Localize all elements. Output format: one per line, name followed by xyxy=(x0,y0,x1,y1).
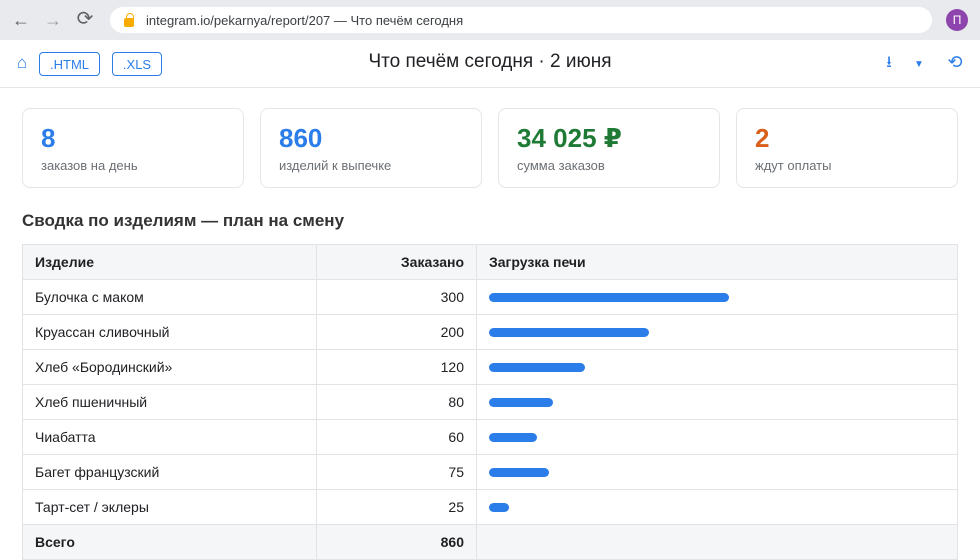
oven-load-bar xyxy=(489,292,729,302)
product-name: Тарт-сет / эклеры xyxy=(22,489,317,525)
product-name: Хлеб пшеничный xyxy=(22,384,317,420)
profile-avatar[interactable]: П xyxy=(946,9,968,31)
chevron-down-icon[interactable]: ▼ xyxy=(912,52,926,76)
column-header-ordered[interactable]: Заказано xyxy=(316,244,477,280)
kpi-card: 34 025 ₽ сумма заказов xyxy=(498,108,720,188)
kpi-value: 860 xyxy=(279,123,323,153)
oven-load-cell xyxy=(476,454,958,490)
table-row[interactable]: Хлеб пшеничный 80 xyxy=(22,384,958,420)
oven-load-bar xyxy=(489,502,509,512)
address-bar[interactable]: integram.io/pekarnya/report/207 — Что пе… xyxy=(110,7,932,33)
kpi-label: заказов на день xyxy=(41,158,138,173)
report-header: ⌂ .HTML .XLS Что печём сегодня · 2 июня … xyxy=(0,40,980,88)
ordered-qty: 80 xyxy=(316,384,477,420)
kpi-label: сумма заказов xyxy=(517,158,605,173)
oven-load-cell xyxy=(476,314,958,350)
oven-load-bar xyxy=(489,432,537,442)
kpi-label: изделий к выпечке xyxy=(279,158,392,173)
oven-load-bar xyxy=(489,397,553,407)
column-header-oven-load[interactable]: Загрузка печи xyxy=(476,244,958,280)
oven-load-cell xyxy=(476,489,958,525)
product-name: Круассан сливочный xyxy=(22,314,317,350)
oven-load-bar xyxy=(489,327,649,337)
product-name: Чиабатта xyxy=(22,419,317,455)
section-title: Сводка по изделиям — план на смену xyxy=(22,211,345,230)
table-row[interactable]: Багет французский 75 xyxy=(22,454,958,490)
oven-load-bar xyxy=(489,362,585,372)
oven-load-cell xyxy=(476,419,958,455)
oven-load-cell xyxy=(476,279,958,315)
url-text: integram.io/pekarnya/report/207 xyxy=(146,12,331,28)
ordered-qty: 200 xyxy=(316,314,477,350)
total-value: 860 xyxy=(316,524,477,560)
reload-icon[interactable]: ⟳ xyxy=(72,6,98,30)
table-total-row: Всего 860 xyxy=(22,524,958,560)
product-name: Хлеб «Бородинский» xyxy=(22,349,317,385)
summary-table: Изделие Заказано Загрузка печи Булочка с… xyxy=(22,244,958,560)
oven-load-bar xyxy=(489,467,549,477)
url-separator: — xyxy=(330,12,351,28)
oven-load-cell xyxy=(476,349,958,385)
total-label: Всего xyxy=(22,524,317,560)
product-name: Булочка с маком xyxy=(22,279,317,315)
table-row[interactable]: Булочка с маком 300 xyxy=(22,279,958,315)
kpi-value: 34 025 ₽ xyxy=(517,123,622,153)
ordered-qty: 300 xyxy=(316,279,477,315)
download-icon[interactable]: ⭳ xyxy=(880,52,898,76)
ordered-qty: 25 xyxy=(316,489,477,525)
table-row[interactable]: Чиабатта 60 xyxy=(22,419,958,455)
page-title: Что печём сегодня · 2 июня xyxy=(368,51,612,72)
ordered-qty: 120 xyxy=(316,349,477,385)
kpi-card: 2 ждут оплаты xyxy=(736,108,958,188)
back-arrow-icon[interactable]: ← xyxy=(8,8,34,32)
table-row[interactable]: Тарт-сет / эклеры 25 xyxy=(22,489,958,525)
column-header-product[interactable]: Изделие xyxy=(22,244,317,280)
kpi-value: 8 xyxy=(41,123,56,153)
ordered-qty: 75 xyxy=(316,454,477,490)
ordered-qty: 60 xyxy=(316,419,477,455)
kpi-value: 2 xyxy=(755,123,770,153)
browser-toolbar: ← → ⟳ integram.io/pekarnya/report/207 — … xyxy=(0,0,980,40)
oven-load-cell xyxy=(476,384,958,420)
table-row[interactable]: Хлеб «Бородинский» 120 xyxy=(22,349,958,385)
lock-icon xyxy=(124,12,134,27)
kpi-label: ждут оплаты xyxy=(755,158,832,173)
tab-title: Что печём сегодня xyxy=(350,12,464,28)
kpi-card: 8 заказов на день xyxy=(22,108,244,188)
product-name: Багет французский xyxy=(22,454,317,490)
table-header-row: Изделие Заказано Загрузка печи xyxy=(22,244,958,280)
forward-arrow-icon[interactable]: → xyxy=(40,8,66,32)
refresh-icon[interactable]: ⟲ xyxy=(944,51,966,73)
table-row[interactable]: Круассан сливочный 200 xyxy=(22,314,958,350)
total-empty-cell xyxy=(476,524,958,560)
kpi-card: 860 изделий к выпечке xyxy=(260,108,482,188)
